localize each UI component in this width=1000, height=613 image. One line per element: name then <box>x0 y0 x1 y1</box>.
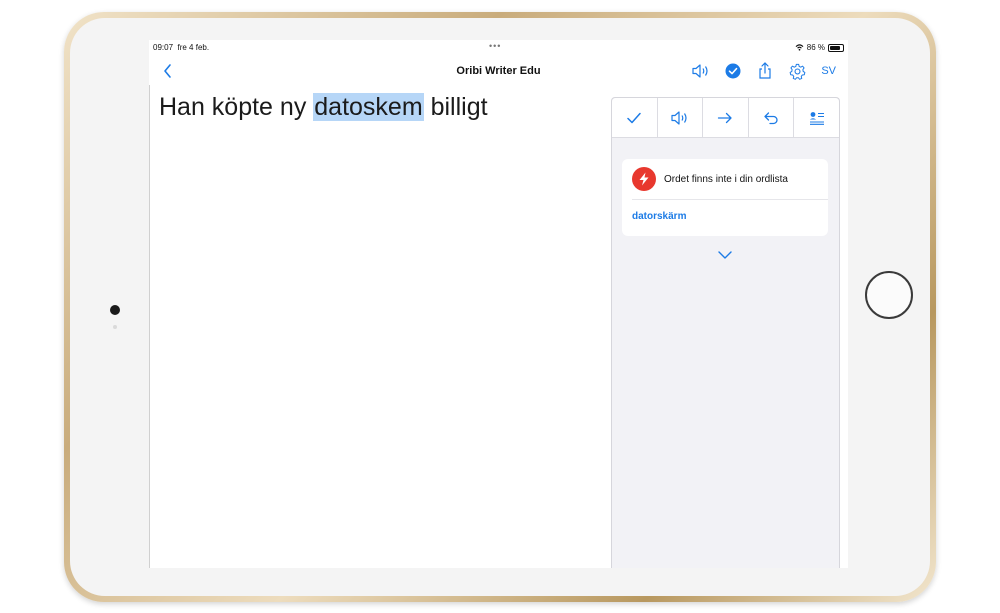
home-button[interactable] <box>865 271 913 319</box>
language-button[interactable]: SV <box>819 65 838 77</box>
multitasking-dots-icon[interactable]: ••• <box>489 41 501 51</box>
list-settings-icon[interactable] <box>794 98 839 137</box>
divider <box>632 199 828 200</box>
front-camera <box>110 305 120 315</box>
chevron-down-icon[interactable] <box>716 249 734 261</box>
camera-sensor <box>113 325 117 329</box>
suggestion-item[interactable]: datorskärm <box>632 211 686 222</box>
status-indicators: 86 % <box>795 43 844 52</box>
gear-icon[interactable] <box>787 61 807 81</box>
spellcheck-panel: Ordet finns inte i din ordlista datorskä… <box>611 97 840 568</box>
navigation-bar: Oribi Writer Edu SV <box>149 57 848 85</box>
not-in-dictionary-message: Ordet finns inte i din ordlista <box>664 173 788 185</box>
screen: 09:07 fre 4 feb. ••• 86 % Oribi Writer E… <box>149 40 848 568</box>
battery-icon <box>828 43 844 52</box>
text-editor[interactable]: Han köpte ny datoskem billigt <box>149 85 610 568</box>
panel-toolbar <box>612 98 839 138</box>
check-circle-icon[interactable] <box>723 61 743 81</box>
status-bar: 09:07 fre 4 feb. ••• 86 % <box>149 40 848 56</box>
editor-text[interactable]: Han köpte ny datoskem billigt <box>159 93 488 122</box>
lightning-icon <box>632 167 656 191</box>
check-icon[interactable] <box>612 98 658 137</box>
battery-percent: 86 % <box>806 43 825 52</box>
misspelled-word[interactable]: datoskem <box>313 93 424 121</box>
speaker-icon[interactable] <box>658 98 704 137</box>
arrow-right-icon[interactable] <box>703 98 749 137</box>
status-time: 09:07 fre 4 feb. <box>153 43 210 52</box>
wifi-icon <box>795 44 804 51</box>
spelling-suggestion-card: Ordet finns inte i din ordlista datorskä… <box>622 159 828 236</box>
speaker-icon[interactable] <box>691 61 711 81</box>
undo-icon[interactable] <box>749 98 795 137</box>
share-icon[interactable] <box>755 61 775 81</box>
